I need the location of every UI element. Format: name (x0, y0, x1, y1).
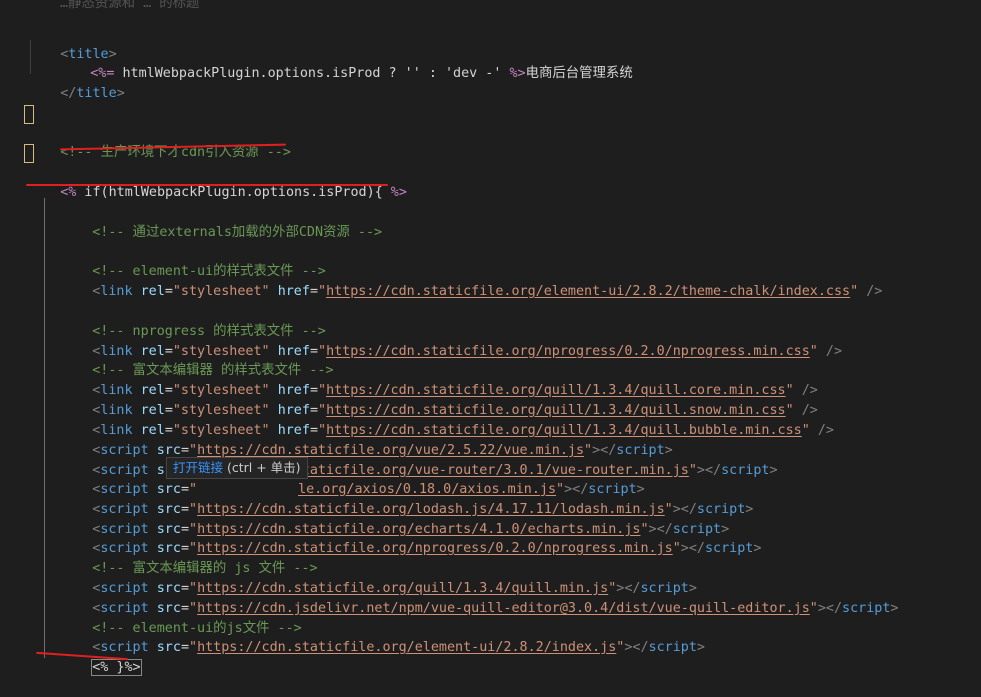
code-line-link: <link rel="stylesheet" href="https://cdn… (92, 283, 883, 299)
code-line-if: <% if(htmlWebpackPlugin.options.isProd){… (28, 163, 407, 200)
code-line-script: <script src="https://cdn.staticfile.org/… (92, 580, 697, 596)
code-line-title-open: <title> (60, 46, 117, 62)
template-end: <% }%> (91, 658, 142, 676)
code-editor[interactable]: …静态资源和 … 的标题 <title> <%= htmlWebpackPlug… (0, 0, 981, 676)
bracket-highlight (24, 144, 34, 163)
template-close: %> (509, 65, 526, 81)
code-line-script: <script src="https://cdn.staticfile.org/… (92, 501, 754, 517)
code-line-script: <script src="https://cdn.staticfile.org/… (92, 639, 705, 655)
comment: <!-- 通过externals加载的外部CDN资源 --> (92, 224, 383, 240)
code-line-comment: <!-- 通过externals加载的外部CDN资源 --> (60, 203, 382, 240)
code-line-script: <script src=" le.org/axios/0.18.0/axios.m… (92, 481, 645, 497)
title-text: 电商后台管理系统 (525, 65, 633, 81)
indent-guide-active (44, 198, 45, 658)
code-line-title-close: </title> (60, 85, 125, 101)
code-line-script: <script src="https://cdn.staticfile.org/… (92, 442, 673, 458)
template-expression: htmlWebpackPlugin.options.isProd ? '' : … (114, 65, 510, 81)
code-line-link: <link rel="stylesheet" href="https://cdn… (92, 382, 818, 398)
code-line-script: <script src="https://cdn.staticfile.org/… (92, 521, 730, 537)
code-line-comment: <!-- 富文本编辑器 的样式表文件 --> (60, 341, 333, 378)
code-line-title-body: <%= htmlWebpackPlugin.options.isProd ? '… (58, 44, 632, 81)
bracket-highlight (24, 105, 34, 124)
red-annotation-underline (26, 184, 388, 186)
url-link[interactable]: https://cdn.staticfile.org/element-ui/2.… (326, 284, 850, 299)
open-link-tooltip: 打开链接 (ctrl + 单击) (166, 457, 308, 479)
code-line-link: <link rel="stylesheet" href="https://cdn… (92, 402, 818, 418)
template-open: <% (60, 184, 77, 200)
code-line-comment: <!-- nprogress 的样式表文件 --> (60, 302, 326, 339)
template-expression: if(htmlWebpackPlugin.options.isProd){ (76, 184, 391, 200)
partial-line: …静态资源和 … 的标题 (60, 0, 200, 11)
url-link[interactable]: https://cdn.staticfile.org/element-ui/2.… (197, 640, 616, 655)
template-close: %> (390, 184, 407, 200)
code-line-comment: <!-- 富文本编辑器的 js 文件 --> (60, 539, 317, 576)
url-link[interactable]: https://cdn.staticfile.org/nprogress/0.2… (326, 344, 810, 359)
code-line-comment: <!-- element-ui的样式表文件 --> (60, 242, 326, 279)
code-line-script: <script src="https://cdn.staticfile.org/… (92, 540, 762, 556)
code-line-cdn-comment: <!-- 生产环境下才cdn引入资源 --> (28, 123, 291, 160)
code-line-link: <link rel="stylesheet" href="https://cdn… (92, 422, 834, 438)
code-line-comment: <!-- element-ui的js文件 --> (60, 599, 301, 636)
tag-name: title (76, 85, 117, 101)
code-line-script: <script src="https://cdn.jsdelivr.net/np… (92, 600, 899, 616)
open-link-tooltip-hint: (ctrl + 单击) (223, 460, 301, 475)
open-link-tooltip-link[interactable]: 打开链接 (173, 460, 223, 475)
code-line-link: <link rel="stylesheet" href="https://cdn… (92, 343, 843, 359)
